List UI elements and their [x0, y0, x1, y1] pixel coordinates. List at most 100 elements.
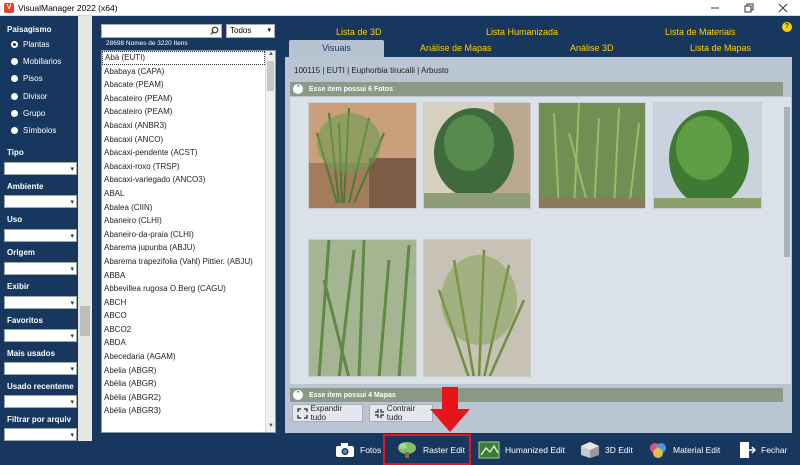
tab-visuais[interactable]: Visuais — [289, 40, 384, 57]
filter-combo-origem[interactable]: ▾ — [4, 262, 77, 275]
filter-combo-arquivo[interactable]: ▾ — [4, 428, 77, 441]
list-item[interactable]: ABAL — [102, 187, 265, 201]
fechar-button[interactable]: Fechar — [738, 440, 787, 460]
list-item[interactable]: Abacaxi-roxo (TRSP) — [102, 160, 265, 174]
plant-photo-6[interactable] — [423, 239, 531, 377]
list-item[interactable]: Abarema jupunba (ABJU) — [102, 241, 265, 255]
list-item[interactable]: ABDA — [102, 336, 265, 350]
filter-combo-ambiente[interactable]: ▾ — [4, 195, 77, 208]
title-bar: V VisualManager 2022 (x64) — [0, 0, 800, 16]
tab-lista-mapas[interactable]: Lista de Mapas — [690, 43, 751, 53]
search-box[interactable] — [101, 24, 222, 38]
tab-analise-mapas[interactable]: Análise de Mapas — [420, 43, 492, 53]
plant-photo-4[interactable] — [653, 102, 762, 209]
chevron-up-icon[interactable]: ⌃ — [293, 84, 303, 94]
sidebar-scrollbar[interactable] — [78, 16, 92, 441]
list-item[interactable]: Abacaxi-pendente (ACST) — [102, 146, 265, 160]
list-item[interactable]: Abacateiro (PEAM) — [102, 92, 265, 106]
list-item[interactable]: Abalea (CIIN) — [102, 201, 265, 215]
list-item[interactable]: Abelia (ABGR) — [102, 364, 265, 378]
list-item[interactable]: Ababaya (CAPA) — [102, 65, 265, 79]
chevron-up-icon[interactable]: ⌃ — [293, 390, 303, 400]
chevron-down-icon: ▾ — [70, 266, 74, 273]
filter-combo-favoritos[interactable]: ▾ — [4, 329, 77, 342]
close-icon — [778, 3, 788, 13]
plant-photo-3[interactable] — [538, 102, 646, 209]
filter-combo-exibir[interactable]: ▾ — [4, 296, 77, 309]
gallery-scrollbar[interactable] — [783, 97, 791, 384]
3d-edit-button[interactable]: 3D Edit — [580, 440, 633, 460]
collapse-all-button[interactable]: Contrair tudo — [369, 404, 433, 422]
humanized-edit-button[interactable]: Humanized Edit — [478, 440, 565, 460]
scrollbar-thumb[interactable] — [267, 61, 274, 91]
fotos-button[interactable]: Fotos — [335, 440, 381, 460]
camera-icon — [336, 443, 354, 457]
filter-combo-usado-recentemente[interactable]: ▾ — [4, 395, 77, 408]
list-item[interactable]: Abacaxi (ANBR3) — [102, 119, 265, 133]
tab-lista-3d[interactable]: Lista de 3D — [336, 27, 382, 37]
photos-section-header[interactable]: ⌃ Esse item possui 6 Fotos — [290, 82, 783, 96]
filter-combo-tipo[interactable]: ▾ — [4, 162, 77, 175]
list-item[interactable]: Abacaxi-variegado (ANCO3) — [102, 173, 265, 187]
radio-grupo[interactable]: Grupo — [11, 109, 45, 118]
list-item[interactable]: Abacate (PEAM) — [102, 78, 265, 92]
scrollbar-thumb[interactable] — [784, 107, 790, 257]
list-item[interactable]: Abaneiro (CLHI) — [102, 214, 265, 228]
filter-label-favoritos: Favoritos — [7, 316, 44, 325]
tab-lista-humanizada[interactable]: Lista Humanizada — [486, 27, 558, 37]
plant-list[interactable]: Abá (EUTI) Ababaya (CAPA) Abacate (PEAM) Ab… — [101, 50, 276, 433]
list-item[interactable]: ABCO — [102, 309, 265, 323]
material-edit-button[interactable]: Material Edit — [648, 440, 720, 460]
list-item[interactable]: Abacateiro (PEAM) — [102, 105, 265, 119]
search-icon[interactable] — [210, 26, 219, 37]
list-scrollbar[interactable]: ▲ ▼ — [265, 51, 275, 432]
list-item[interactable]: ABCH — [102, 296, 265, 310]
item-count: 28698 Nomes de 3220 Itens — [106, 40, 188, 47]
radio-plantas[interactable]: Plantas — [11, 40, 50, 49]
plant-photo-2[interactable] — [423, 102, 531, 209]
list-item[interactable]: Abá (EUTI) — [102, 51, 265, 65]
scope-select[interactable]: Todos ▾ — [226, 24, 275, 38]
chevron-down-icon: ▾ — [70, 300, 74, 307]
maximize-button[interactable] — [732, 0, 766, 16]
list-item[interactable]: ABBA — [102, 269, 265, 283]
minimize-button[interactable] — [698, 0, 732, 16]
radio-selected-icon — [11, 41, 18, 48]
help-icon[interactable]: ? — [782, 22, 792, 32]
tab-analise-3d[interactable]: Análise 3D — [570, 43, 614, 53]
search-input[interactable] — [104, 25, 209, 36]
filter-label-tipo: Tipo — [7, 148, 24, 157]
plant-photo-5[interactable] — [308, 239, 417, 377]
expand-all-button[interactable]: Expandir tudo — [292, 404, 363, 422]
list-item[interactable]: Abbevillea rugosa O.Berg (CAGU) — [102, 282, 265, 296]
radio-divisor[interactable]: Divisor — [11, 92, 47, 101]
filter-combo-uso[interactable]: ▾ — [4, 229, 77, 242]
scroll-down-icon[interactable]: ▼ — [266, 423, 275, 432]
chevron-down-icon: ▾ — [70, 366, 74, 373]
list-item[interactable]: Abacaxi (ANCO) — [102, 133, 265, 147]
radio-icon — [11, 75, 18, 82]
list-item[interactable]: Abélia (ABGR) — [102, 377, 265, 391]
radio-pisos[interactable]: Pisos — [11, 74, 43, 83]
radio-mobiliarios[interactable]: Mobiliarios — [11, 57, 61, 66]
maps-section-header[interactable]: ⌃ Esse item possui 4 Mapas — [290, 388, 783, 402]
chevron-down-icon: ▾ — [70, 233, 74, 240]
close-window-button[interactable] — [766, 0, 800, 16]
tab-lista-materiais[interactable]: Lista de Materiais — [665, 27, 736, 37]
list-item[interactable]: Abecedaria (AGAM) — [102, 350, 265, 364]
list-item[interactable]: Abarema trapezifolia (Vahl) Pittier. (AB… — [102, 255, 265, 269]
expand-icon — [297, 407, 308, 419]
list-item[interactable]: Abélia (ABGR2) — [102, 391, 265, 405]
scroll-up-icon[interactable]: ▲ — [266, 51, 275, 60]
filter-label-arquivo: Filtrar por arquiv — [7, 415, 72, 424]
scrollbar-thumb[interactable] — [80, 306, 90, 336]
list-item[interactable]: ABCO2 — [102, 323, 265, 337]
filter-combo-mais-usados[interactable]: ▾ — [4, 362, 77, 375]
radio-simbolos[interactable]: Símbolos — [11, 126, 56, 135]
app-icon: V — [4, 2, 14, 13]
list-item[interactable]: Abaneiro-da-praia (CLHI) — [102, 228, 265, 242]
filter-label-exibir: Exibir — [7, 282, 30, 291]
plant-photo-1[interactable] — [308, 102, 417, 209]
material-palette-icon — [650, 443, 666, 458]
list-item[interactable]: Abélia (ABGR3) — [102, 404, 265, 418]
